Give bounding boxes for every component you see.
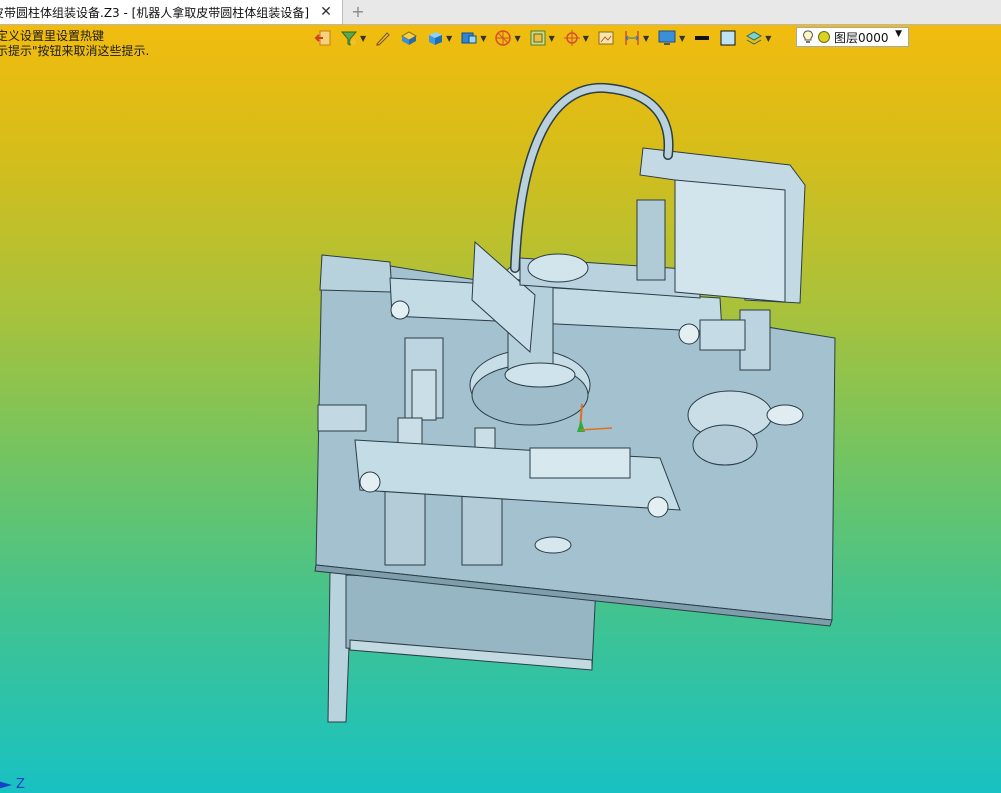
3d-model-view[interactable] (0, 0, 1001, 793)
arrow-right-icon (0, 781, 12, 788)
axis-label: Z (16, 777, 25, 792)
axis-indicator: Z (0, 777, 25, 792)
